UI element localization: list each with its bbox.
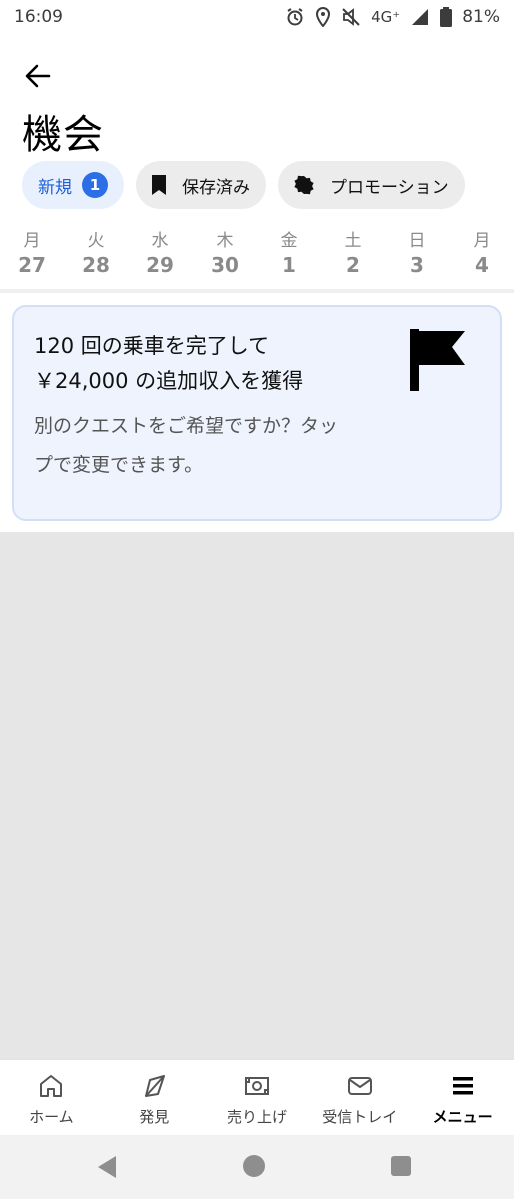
nav-menu-label: メニュー <box>432 1108 493 1126</box>
chip-promotion-label: プロモーション <box>330 177 449 198</box>
nav-earnings-label: 売り上げ <box>226 1108 287 1126</box>
date-item[interactable]: 水 29 <box>135 230 185 278</box>
date-weekday: 金 <box>280 231 298 251</box>
date-day: 1 <box>282 253 296 277</box>
date-weekday: 月 <box>473 231 491 251</box>
date-weekday: 日 <box>408 231 426 251</box>
quest-title: 120 回の乗車を完了して ￥24,000 の追加収入を獲得 <box>34 329 394 399</box>
status-time: 16:09 <box>14 7 63 27</box>
date-item[interactable]: 金1 <box>264 230 314 278</box>
date-item[interactable]: 木 30 <box>200 230 250 278</box>
quest-title-line: 120 回の乗車を完了して <box>34 334 270 358</box>
chip-new-count-badge: 1 <box>82 172 108 198</box>
home-icon <box>40 1075 63 1097</box>
date-weekday: 木 <box>216 231 234 251</box>
date-item[interactable]: 月4 <box>457 230 507 278</box>
empty-content-area <box>0 532 514 1059</box>
nav-inbox[interactable]: 受信トレイ <box>308 1060 411 1135</box>
date-day: 29 <box>146 253 174 277</box>
nav-menu[interactable]: メニュー <box>411 1060 514 1135</box>
chip-promotion[interactable]: プロモーション <box>278 161 465 209</box>
location-icon <box>316 7 331 27</box>
menu-icon <box>452 1077 473 1095</box>
chip-new[interactable]: 新規 1 <box>22 161 124 209</box>
mute-icon <box>342 8 360 26</box>
nav-discover[interactable]: 発見 <box>103 1060 206 1135</box>
network-indicator: 4G⁺ <box>371 8 401 26</box>
date-weekday: 火 <box>87 231 105 251</box>
bottom-navigation: ホーム 発見 売り上げ 受信トレイ メニュー <box>0 1059 514 1135</box>
filter-chips: 新規 1 保存済み プロモーション <box>22 161 465 209</box>
system-recents-icon[interactable] <box>391 1156 411 1176</box>
date-item[interactable]: 日3 <box>392 230 442 278</box>
nav-home[interactable]: ホーム <box>0 1060 103 1135</box>
quest-description-line: プで変更できます。 <box>34 454 204 476</box>
date-item[interactable]: 火 28 <box>71 230 121 278</box>
date-weekday: 水 <box>151 231 169 251</box>
earnings-icon <box>244 1077 269 1095</box>
date-item[interactable]: 月 27 <box>7 230 57 278</box>
status-icons: 4G⁺ 81% <box>285 7 500 27</box>
date-weekday: 土 <box>344 231 362 251</box>
quest-description: 別のクエストをご希望ですか？タッ プで変更できます。 <box>34 407 394 485</box>
signal-icon <box>412 9 429 25</box>
chip-saved[interactable]: 保存済み <box>136 161 266 209</box>
battery-percent: 81% <box>462 7 500 27</box>
flag-icon <box>410 329 466 395</box>
date-day: 4 <box>475 253 489 277</box>
quest-title-line: ￥24,000 の追加収入を獲得 <box>34 369 304 393</box>
alarm-icon <box>287 8 303 26</box>
date-day: 2 <box>346 253 360 277</box>
compass-icon <box>145 1075 166 1097</box>
bookmark-icon <box>152 175 166 195</box>
badge-star-icon <box>294 175 314 195</box>
system-navigation-bar <box>0 1135 514 1199</box>
date-weekday: 月 <box>23 231 41 251</box>
page-title: 機会 <box>22 112 104 158</box>
date-day: 27 <box>18 253 46 277</box>
date-day: 28 <box>82 253 110 277</box>
status-bar: 16:09 4G⁺ 81% <box>0 0 514 34</box>
inbox-icon <box>347 1077 372 1095</box>
battery-icon <box>440 7 453 27</box>
date-strip: 月 27 火 28 水 29 木 30 金1 土2 日3 月4 <box>0 230 514 286</box>
divider <box>0 289 514 293</box>
nav-discover-label: 発見 <box>139 1108 170 1126</box>
nav-home-label: ホーム <box>29 1108 74 1126</box>
quest-card[interactable]: 120 回の乗車を完了して ￥24,000 の追加収入を獲得 別のクエストをご希… <box>12 305 502 521</box>
quest-description-line: 別のクエストをご希望ですか？タッ <box>34 415 339 437</box>
date-item[interactable]: 土2 <box>328 230 378 278</box>
date-day: 30 <box>211 253 239 277</box>
nav-earnings[interactable]: 売り上げ <box>206 1060 309 1135</box>
chip-new-label: 新規 <box>38 177 72 198</box>
system-home-icon[interactable] <box>243 1155 265 1177</box>
back-button[interactable] <box>20 58 56 94</box>
chip-saved-label: 保存済み <box>182 177 250 198</box>
date-day: 3 <box>410 253 424 277</box>
system-back-icon[interactable] <box>96 1155 118 1179</box>
arrow-left-icon <box>25 64 51 88</box>
nav-inbox-label: 受信トレイ <box>322 1108 398 1126</box>
